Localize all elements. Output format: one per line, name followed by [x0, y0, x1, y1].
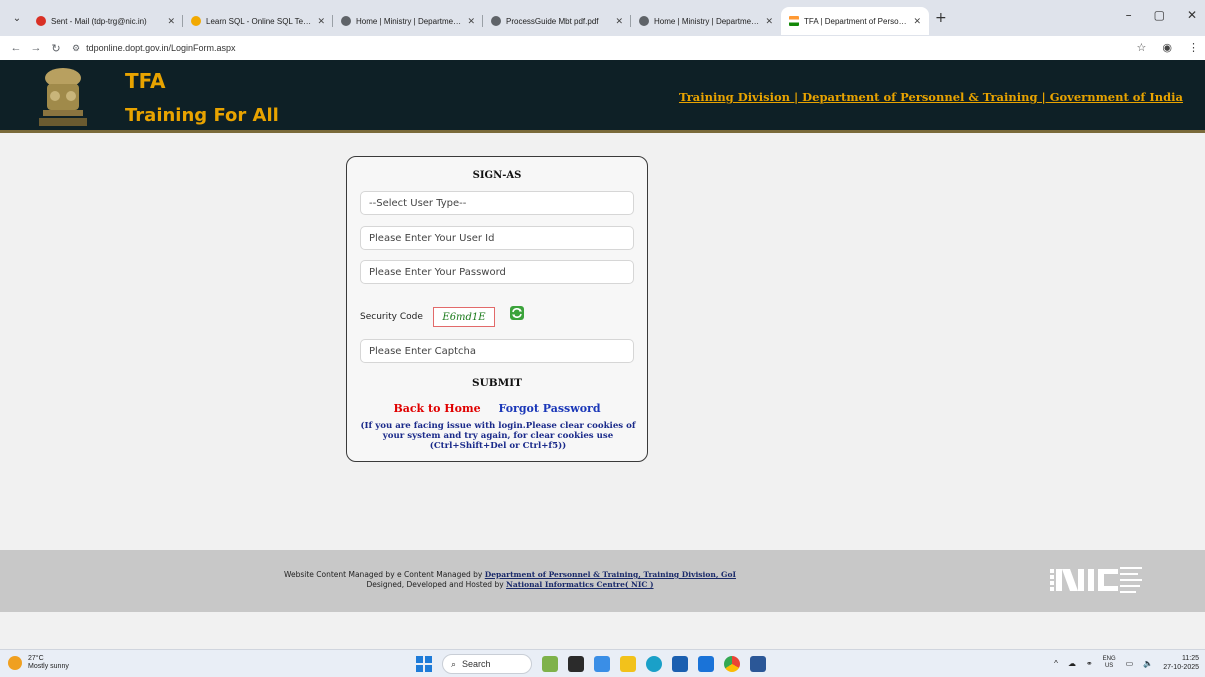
- url-text: tdponline.dopt.gov.in/LoginForm.aspx: [86, 43, 236, 53]
- tab-title: Sent - Mail (tdp-trg@nic.in): [51, 16, 147, 26]
- refresh-captcha-icon[interactable]: [510, 306, 524, 320]
- search-icon: ⌕: [451, 658, 457, 669]
- login-links: Back to Home Forgot Password: [347, 402, 647, 415]
- sql-icon: [191, 16, 201, 26]
- teams-app-icon[interactable]: [594, 656, 610, 672]
- edge-browser-icon[interactable]: [646, 656, 662, 672]
- password-input[interactable]: Please Enter Your Password: [360, 260, 634, 284]
- site-header: TFA Training For All Training Division |…: [0, 60, 1205, 133]
- tab-tfa[interactable]: TFA | Department of Personnel ✕: [781, 7, 929, 35]
- search-label: Search: [462, 659, 491, 669]
- bookmark-star-icon[interactable]: ☆: [1137, 41, 1147, 54]
- footer-managed-text: Website Content Managed by e Content Man…: [284, 570, 483, 579]
- close-tab-icon[interactable]: ✕: [615, 16, 623, 27]
- tab-sql[interactable]: Learn SQL - Online SQL Termina ✕: [183, 7, 333, 35]
- maximize-icon[interactable]: ▢: [1154, 8, 1165, 22]
- tab-title: TFA | Department of Personnel: [804, 16, 908, 26]
- globe-icon: [639, 16, 649, 26]
- globe-icon: [491, 16, 501, 26]
- time: 11:25: [1182, 655, 1199, 662]
- task-view-icon[interactable]: [568, 656, 584, 672]
- captcha-input[interactable]: Please Enter Captcha: [360, 339, 634, 363]
- display-icon[interactable]: ▭: [1126, 659, 1134, 668]
- brand-title: TFA: [125, 69, 166, 93]
- close-tab-icon[interactable]: ✕: [913, 16, 921, 27]
- temperature: 27°C: [28, 655, 44, 662]
- widgets-app-icon[interactable]: [542, 656, 558, 672]
- new-tab-icon[interactable]: +: [935, 10, 947, 26]
- nic-link[interactable]: National Informatics Centre( NIC ): [506, 580, 654, 589]
- tab-processguide[interactable]: ProcessGuide Mbt pdf.pdf ✕: [483, 7, 631, 35]
- taskbar-search[interactable]: ⌕ Search: [442, 654, 532, 674]
- browser-tab-bar: ⌄ Sent - Mail (tdp-trg@nic.in) ✕ Learn S…: [0, 0, 1205, 36]
- tab-ministry-2[interactable]: Home | Ministry | Department | ✕: [631, 7, 781, 35]
- windows-start-icon[interactable]: [416, 656, 432, 672]
- user-type-select[interactable]: --Select User Type--: [360, 191, 634, 215]
- minimize-icon[interactable]: –: [1126, 8, 1132, 22]
- close-window-icon[interactable]: ✕: [1187, 8, 1197, 22]
- chrome-browser-icon[interactable]: [724, 656, 740, 672]
- tab-title: ProcessGuide Mbt pdf.pdf: [506, 16, 599, 26]
- address-actions: ☆ ◉ ⋮: [1137, 41, 1199, 54]
- tab-mail[interactable]: Sent - Mail (tdp-trg@nic.in) ✕: [28, 7, 183, 35]
- volume-icon[interactable]: 🔈: [1143, 659, 1153, 668]
- cloud-icon[interactable]: ☁: [1068, 659, 1076, 668]
- tab-title: Home | Ministry | Department |: [654, 16, 760, 26]
- submit-button[interactable]: SUBMIT: [347, 377, 647, 389]
- close-tab-icon[interactable]: ✕: [467, 16, 475, 27]
- back-icon[interactable]: ←: [6, 42, 26, 54]
- close-tab-icon[interactable]: ✕: [167, 16, 175, 27]
- close-tab-icon[interactable]: ✕: [765, 16, 773, 27]
- windows-taskbar: 27°C Mostly sunny ⌕ Search ^ ☁ ⚭ ENG US …: [0, 649, 1205, 677]
- tab-title: Home | Ministry | Department |: [356, 16, 462, 26]
- national-emblem-icon: [39, 68, 87, 126]
- gmail-icon: [36, 16, 46, 26]
- footer-credits: Website Content Managed by e Content Man…: [0, 570, 1020, 590]
- dopt-link[interactable]: Department of Personnel & Training, Trai…: [485, 570, 736, 579]
- address-bar: ← → ↻ ⚙ tdponline.dopt.gov.in/LoginForm.…: [0, 36, 1205, 60]
- store-app-icon[interactable]: [672, 656, 688, 672]
- tab-search-icon[interactable]: ⌄: [6, 7, 28, 29]
- weather-widget[interactable]: 27°C Mostly sunny: [8, 655, 69, 671]
- link-icon[interactable]: ⚭: [1086, 659, 1093, 668]
- back-to-home-link[interactable]: Back to Home: [393, 402, 480, 415]
- close-tab-icon[interactable]: ✕: [317, 16, 325, 27]
- file-explorer-icon[interactable]: [620, 656, 636, 672]
- site-info-icon[interactable]: ⚙: [72, 43, 80, 54]
- cookie-help-note: (If you are facing issue with login.Plea…: [360, 421, 636, 451]
- forgot-password-link[interactable]: Forgot Password: [498, 402, 600, 415]
- brand-subtitle: Training For All: [125, 105, 279, 126]
- menu-icon[interactable]: ⋮: [1188, 41, 1199, 54]
- footer-hosted-text: Designed, Developed and Hosted by: [366, 580, 504, 589]
- captcha-image: E6md1E: [433, 307, 495, 327]
- language-indicator[interactable]: ENG US: [1103, 656, 1116, 670]
- profile-icon[interactable]: ◉: [1162, 41, 1172, 54]
- lang-code: ENG: [1102, 656, 1116, 662]
- forward-icon[interactable]: →: [26, 42, 46, 54]
- outlook-app-icon[interactable]: [698, 656, 714, 672]
- nic-logo-icon: [1050, 567, 1142, 593]
- user-id-input[interactable]: Please Enter Your User Id: [360, 226, 634, 250]
- date: 27-10-2025: [1163, 664, 1199, 671]
- site-footer: Website Content Managed by e Content Man…: [0, 550, 1205, 612]
- sun-icon: [8, 656, 22, 670]
- clock[interactable]: 11:25 27-10-2025: [1163, 654, 1199, 672]
- url-field[interactable]: ⚙ tdponline.dopt.gov.in/LoginForm.aspx: [72, 43, 236, 54]
- window-controls: – ▢ ✕: [1126, 8, 1197, 22]
- system-tray: ^ ☁ ⚭ ENG US ▭ 🔈 11:25 27-10-2025: [1054, 654, 1199, 672]
- sign-as-heading: SIGN-AS: [472, 170, 522, 181]
- tab-title: Learn SQL - Online SQL Termina: [206, 16, 312, 26]
- reload-icon[interactable]: ↻: [46, 42, 66, 55]
- india-flag-icon: [789, 16, 799, 26]
- header-department-link[interactable]: Training Division | Department of Person…: [679, 90, 1183, 104]
- taskbar-apps: ⌕ Search: [416, 654, 766, 674]
- tab-ministry-1[interactable]: Home | Ministry | Department | ✕: [333, 7, 483, 35]
- login-card: SIGN-AS --Select User Type-- Please Ente…: [346, 156, 648, 462]
- region-code: US: [1104, 663, 1114, 669]
- word-app-icon[interactable]: [750, 656, 766, 672]
- globe-icon: [341, 16, 351, 26]
- weather-text: Mostly sunny: [28, 663, 69, 670]
- chevron-up-icon[interactable]: ^: [1054, 659, 1058, 668]
- security-code-label: Security Code: [360, 312, 423, 322]
